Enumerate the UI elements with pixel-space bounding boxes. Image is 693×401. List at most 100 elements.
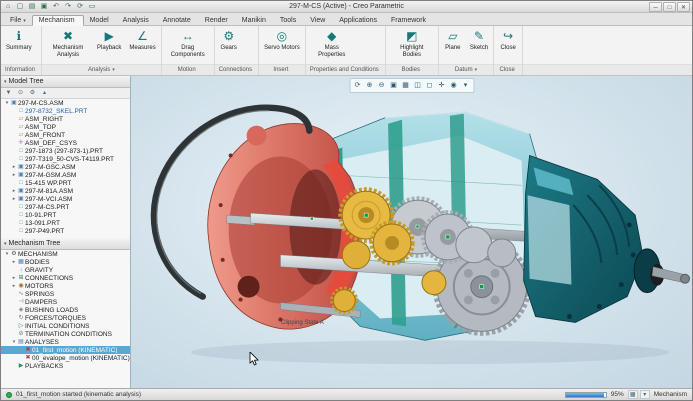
mechanism-tree-item[interactable]: ↓ GRAVITY bbox=[1, 266, 130, 274]
mechanism-tree-item[interactable]: ⊣ DAMPERS bbox=[1, 298, 130, 306]
model-tree-item[interactable]: ▸ ▣ 297-M-81A.ASM bbox=[1, 187, 130, 195]
mechanism-analysis-button[interactable]: ✖ Mechanism Analysis bbox=[43, 27, 93, 59]
model-tree-item[interactable]: ▸ ▣ 297-M-GSC.ASM bbox=[1, 163, 130, 171]
repaint-icon[interactable]: ⟳ bbox=[352, 80, 363, 91]
more-tools-icon[interactable]: ▾ bbox=[460, 80, 471, 91]
saved-orientations-icon[interactable]: ◫ bbox=[412, 80, 423, 91]
spin-center-icon[interactable]: ◉ bbox=[448, 80, 459, 91]
button-label: Servo Motors bbox=[264, 45, 300, 52]
mechanism-tree-item[interactable]: ▶ PLAYBACKS bbox=[1, 362, 130, 370]
datum-display-icon[interactable]: ✛ bbox=[436, 80, 447, 91]
tab-analysis[interactable]: Analysis bbox=[117, 16, 157, 25]
graphics-viewport[interactable]: ⟳⊕⊖▣▦◫◻✛◉▾ bbox=[131, 76, 692, 388]
servo-motors-button[interactable]: ◎ Servo Motors bbox=[260, 27, 304, 53]
mechanism-tree-item[interactable]: ✖ 01_first_motion (KINEMATIC) bbox=[1, 346, 130, 354]
plane-button[interactable]: ▱ Plane bbox=[440, 27, 466, 53]
model-tree-item[interactable]: ▱ ASM_FRONT bbox=[1, 131, 130, 139]
tab-label: Analysis bbox=[123, 17, 149, 24]
tree-item-label: INITIAL CONDITIONS bbox=[25, 323, 89, 330]
mechanism-tree-item[interactable]: ↻ FORCES/TORQUES bbox=[1, 314, 130, 322]
button-label: Plane bbox=[445, 45, 460, 52]
mechanism-tree-item[interactable]: ◈ BUSHING LOADS bbox=[1, 306, 130, 314]
mass-properties-button[interactable]: ◆ Mass Properties bbox=[307, 27, 357, 59]
search-icon[interactable]: ⊙ bbox=[16, 89, 25, 98]
playback-button[interactable]: ▶ Playback bbox=[93, 27, 125, 53]
tab-render[interactable]: Render bbox=[199, 16, 236, 25]
model-tree-item[interactable]: □ 10-91.PRT bbox=[1, 211, 130, 219]
gears-button[interactable]: ⚙ Gears bbox=[216, 27, 242, 53]
refit-icon[interactable]: ▣ bbox=[388, 80, 399, 91]
summary-button[interactable]: ℹ Summary bbox=[2, 27, 36, 53]
zoom-in-icon[interactable]: ⊕ bbox=[364, 80, 375, 91]
model-display-icon[interactable]: ▦ bbox=[628, 390, 638, 399]
ribbon-group-label: Connections bbox=[215, 64, 258, 75]
ribbon-group-label: Bodies bbox=[386, 64, 438, 75]
mechanism-tree-item[interactable]: ▾ ▤ ANALYSES bbox=[1, 338, 130, 346]
mechanism-tree-item[interactable]: ∿ SPRINGS bbox=[1, 290, 130, 298]
model-tree-header[interactable]: ▾ Model Tree bbox=[1, 76, 130, 88]
model-tree-item[interactable]: □ 13-091.PRT bbox=[1, 219, 130, 227]
model-tree-item[interactable]: □ 297-M-CS.PRT bbox=[1, 203, 130, 211]
tree-item-label: 297-M-CS.ASM bbox=[18, 100, 64, 107]
mechanism-tree-header[interactable]: ▾ Mechanism Tree bbox=[1, 238, 130, 250]
model-tree-item[interactable]: ▸ ▣ 297-M-GSM.ASM bbox=[1, 171, 130, 179]
main-area: ▾ Model Tree ▼⊙⚙▴ ▾ ▣ 297-M-CS.ASM □ 297… bbox=[1, 76, 692, 388]
redo-icon[interactable]: ↷ bbox=[63, 2, 73, 12]
model-tree-item[interactable]: □ 15-415 WP.PRT bbox=[1, 179, 130, 187]
model-tree-item[interactable]: □ 297-T319_50-CVS-T4119.PRT bbox=[1, 155, 130, 163]
creo-home-icon[interactable]: ⌂ bbox=[3, 2, 13, 12]
ribbon: ℹ Summary Information ✖ Mechanism Analys… bbox=[1, 26, 692, 76]
tab-framework[interactable]: Framework bbox=[385, 16, 434, 25]
model-tree-item[interactable]: □ 297-P49.PRT bbox=[1, 227, 130, 235]
model-tree-item[interactable]: ▱ ASM_RIGHT bbox=[1, 115, 130, 123]
close-icon[interactable]: ✕ bbox=[677, 2, 690, 12]
ribbon-group-bodies: ◩ Highlight Bodies Bodies bbox=[386, 26, 439, 75]
button-label: Mass Properties bbox=[311, 45, 353, 58]
save-icon[interactable]: ▣ bbox=[39, 2, 49, 12]
model-tree-item[interactable]: □ 297-8732_SKEL.PRT bbox=[1, 107, 130, 115]
undo-icon[interactable]: ↶ bbox=[51, 2, 61, 12]
view-manager-icon[interactable]: ◻ bbox=[424, 80, 435, 91]
model-tree-item[interactable]: ▾ ▣ 297-M-CS.ASM bbox=[1, 99, 130, 107]
model-tree-item[interactable]: ✛ ASM_DEF_CSYS bbox=[1, 139, 130, 147]
window-controls: ─ □ ✕ bbox=[649, 2, 690, 12]
tab-model[interactable]: Model bbox=[84, 16, 117, 25]
tab-mechanism[interactable]: Mechanism bbox=[32, 15, 84, 26]
highlight-bodies-button[interactable]: ◩ Highlight Bodies bbox=[387, 27, 437, 59]
mechanism-tree-item[interactable]: ▷ INITIAL CONDITIONS bbox=[1, 322, 130, 330]
part-icon: □ bbox=[17, 219, 25, 227]
new-file-icon[interactable]: ▢ bbox=[15, 2, 25, 12]
tree-filter-icon[interactable]: ▼ bbox=[4, 89, 13, 98]
mechanism-tree-item[interactable]: ▾ ⚙ MECHANISM bbox=[1, 250, 130, 258]
mechanism-tree-item[interactable]: ✖ 00_evalope_motion (KINEMATIC) bbox=[1, 354, 130, 362]
close-mechanism-button[interactable]: ↪ Close bbox=[495, 27, 521, 53]
model-tree-item[interactable]: ▱ ASM_TOP bbox=[1, 123, 130, 131]
maximize-icon[interactable]: □ bbox=[663, 2, 676, 12]
motors-icon: ◉ bbox=[17, 282, 25, 290]
tab-view[interactable]: View bbox=[304, 16, 333, 25]
sketch-button[interactable]: ✎ Sketch bbox=[466, 27, 492, 53]
tab-manikin[interactable]: Manikin bbox=[236, 16, 274, 25]
tab-tools[interactable]: Tools bbox=[274, 16, 304, 25]
open-file-icon[interactable]: ▤ bbox=[27, 2, 37, 12]
mechanism-tree-item[interactable]: ▸ ◉ MOTORS bbox=[1, 282, 130, 290]
tab-annotate[interactable]: Annotate bbox=[157, 16, 199, 25]
regenerate-icon[interactable]: ⟳ bbox=[75, 2, 85, 12]
collapse-all-icon[interactable]: ▴ bbox=[40, 89, 49, 98]
drag-components-button[interactable]: ↔ Drag Components bbox=[163, 27, 213, 59]
zoom-out-icon[interactable]: ⊖ bbox=[376, 80, 387, 91]
minimize-icon[interactable]: ─ bbox=[649, 2, 662, 12]
model-tree-item[interactable]: ▸ ▣ 297-M-VCI.ASM bbox=[1, 195, 130, 203]
mechanism-tree-item[interactable]: ▸ ▦ BODIES bbox=[1, 258, 130, 266]
measures-button[interactable]: ∠ Measures bbox=[125, 27, 159, 53]
mechanism-tree-item[interactable]: ▸ ⊞ CONNECTIONS bbox=[1, 274, 130, 282]
tab-file[interactable]: File ▾ bbox=[4, 16, 32, 25]
model-tree-item[interactable]: □ 297-1873 (297-873-1).PRT bbox=[1, 147, 130, 155]
ribbon-group-analysis: ✖ Mechanism Analysis ▶ Playback ∠ Measur… bbox=[42, 26, 162, 75]
window-icon[interactable]: ▭ bbox=[87, 2, 97, 12]
tree-settings-icon[interactable]: ⚙ bbox=[28, 89, 37, 98]
selection-filter-icon[interactable]: ▾ bbox=[640, 390, 650, 399]
display-style-icon[interactable]: ▦ bbox=[400, 80, 411, 91]
mechanism-tree-item[interactable]: ⊘ TERMINATION CONDITIONS bbox=[1, 330, 130, 338]
tab-applications[interactable]: Applications bbox=[333, 16, 385, 25]
